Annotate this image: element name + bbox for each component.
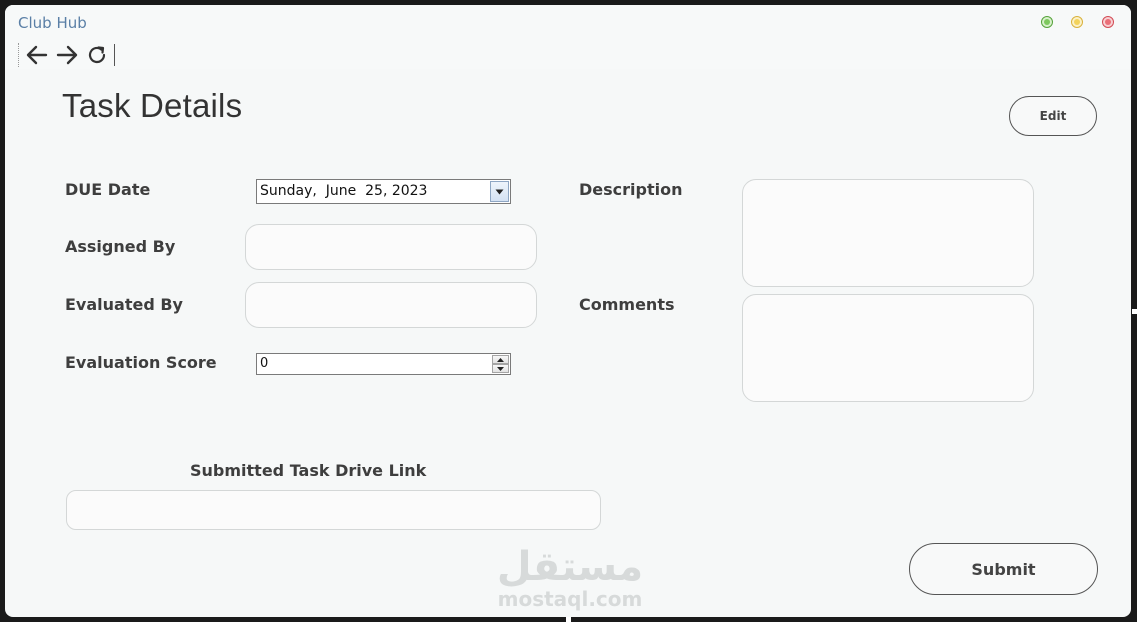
due-date-label: DUE Date — [65, 180, 151, 199]
submit-button[interactable]: Submit — [909, 543, 1098, 595]
resize-handle-bottom[interactable] — [566, 617, 571, 622]
drive-link-label: Submitted Task Drive Link — [190, 461, 427, 480]
evaluation-score-label: Evaluation Score — [65, 353, 217, 372]
title-bar: Club Hub — [5, 5, 1131, 69]
refresh-icon — [88, 46, 106, 64]
watermark: مستقل mostaql.com — [495, 545, 645, 609]
watermark-latin: mostaql.com — [497, 587, 643, 611]
maximize-button[interactable] — [1041, 16, 1053, 28]
description-textarea[interactable] — [742, 179, 1034, 287]
drive-link-input[interactable] — [66, 490, 601, 530]
evaluated-by-input[interactable] — [245, 282, 537, 328]
date-dropdown-button[interactable] — [490, 181, 509, 202]
back-button[interactable] — [25, 43, 49, 67]
refresh-button[interactable] — [85, 43, 109, 67]
navigation-toolbar — [18, 43, 129, 67]
watermark-arabic: مستقل — [496, 544, 644, 590]
minimize-button[interactable] — [1071, 16, 1083, 28]
triangle-down-icon — [497, 366, 504, 371]
evaluation-score-stepper[interactable]: 0 — [256, 353, 511, 375]
stepper-buttons — [492, 355, 509, 373]
assigned-by-input[interactable] — [245, 224, 537, 270]
app-window: Club Hub Task Details Edit DUE Date Sund… — [5, 5, 1131, 617]
comments-label: Comments — [579, 295, 675, 314]
page-title: Task Details — [62, 87, 243, 124]
description-label: Description — [579, 180, 683, 199]
due-date-value: Sunday, June 25, 2023 — [260, 183, 428, 199]
toolbar-separator — [114, 44, 115, 66]
resize-handle-right[interactable] — [1132, 309, 1137, 314]
evaluated-by-label: Evaluated By — [65, 295, 183, 314]
arrow-right-icon — [56, 45, 78, 65]
arrow-left-icon — [26, 45, 48, 65]
assigned-by-label: Assigned By — [65, 237, 176, 256]
increment-button[interactable] — [492, 355, 509, 364]
decrement-button[interactable] — [492, 364, 509, 373]
app-title: Club Hub — [18, 14, 87, 32]
close-button[interactable] — [1102, 16, 1114, 28]
comments-textarea[interactable] — [742, 294, 1034, 402]
edit-button[interactable]: Edit — [1009, 96, 1097, 136]
chevron-down-icon — [495, 189, 504, 194]
forward-button[interactable] — [55, 43, 79, 67]
triangle-up-icon — [497, 357, 504, 362]
due-date-picker[interactable]: Sunday, June 25, 2023 — [256, 179, 511, 204]
evaluation-score-value: 0 — [260, 356, 269, 371]
